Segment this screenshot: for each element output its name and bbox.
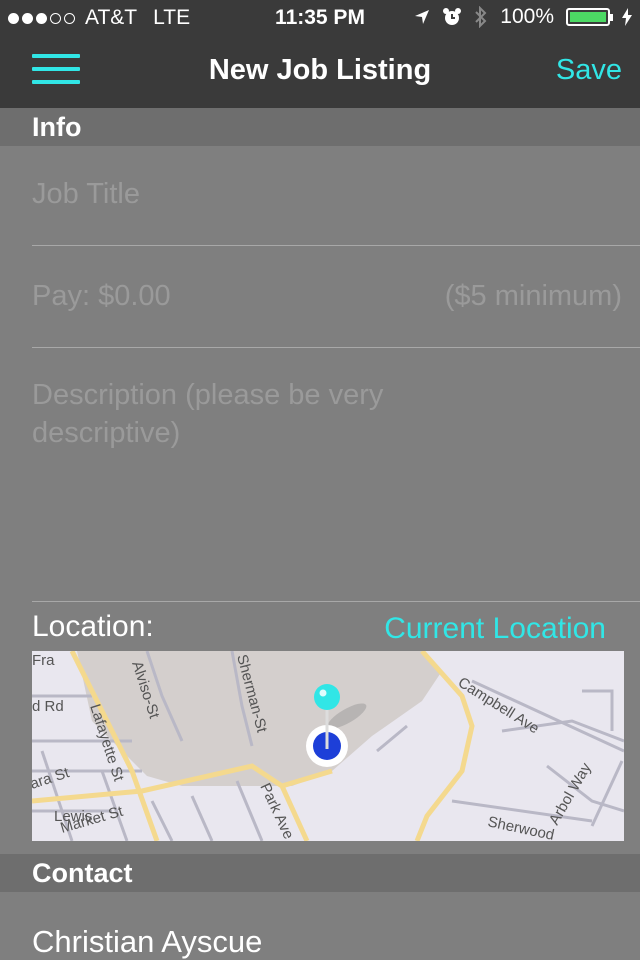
location-label: Location:	[32, 610, 154, 643]
status-bar: AT&T LTE 11:35 PM 100%	[0, 0, 640, 36]
job-title-field[interactable]: Job Title	[32, 178, 622, 211]
status-right: 100%	[414, 5, 632, 29]
bluetooth-icon	[475, 6, 487, 28]
divider	[32, 245, 640, 246]
description-field[interactable]: Description (please be very descriptive)	[32, 376, 502, 452]
contact-section-header: Contact	[0, 854, 640, 892]
battery-percent: 100%	[500, 5, 554, 28]
info-section-header: Info	[0, 108, 640, 146]
contact-name-field[interactable]: Christian Ayscue	[32, 924, 262, 960]
navigation-bar: New Job Listing Save	[0, 36, 640, 108]
current-location-button[interactable]: Current Location	[384, 612, 606, 646]
divider	[32, 347, 640, 348]
map-label-rd: d Rd	[32, 698, 64, 715]
charging-bolt-icon	[622, 8, 632, 26]
location-map[interactable]: Fra Alviso-St Sherman-St Lafayette St d …	[32, 651, 624, 841]
battery-icon	[566, 8, 613, 26]
page-title: New Job Listing	[208, 54, 432, 86]
divider	[32, 601, 640, 602]
location-arrow-icon	[415, 10, 430, 24]
alarm-clock-icon	[443, 8, 462, 25]
map-canvas: Fra Alviso-St Sherman-St Lafayette St d …	[32, 651, 624, 841]
save-button[interactable]: Save	[556, 54, 622, 87]
map-label-franklin: Fra	[32, 652, 55, 669]
pay-minimum-hint: ($5 minimum)	[444, 280, 622, 312]
